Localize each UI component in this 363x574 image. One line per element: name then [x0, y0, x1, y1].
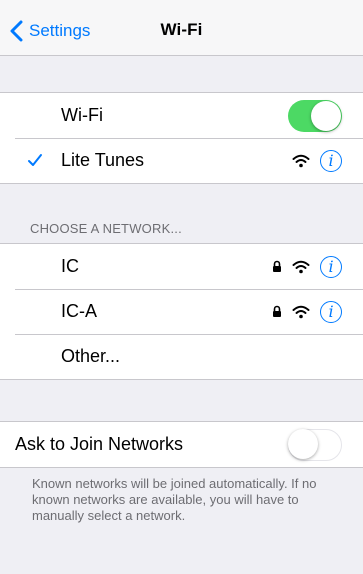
other-network-row[interactable]: Other... — [15, 334, 363, 379]
navigation-bar: Settings Wi-Fi — [0, 0, 363, 56]
wifi-toggle-row: Wi-Fi — [15, 93, 363, 138]
networks-group: IC i IC-A i Other... — [0, 243, 363, 380]
wifi-label: Wi-Fi — [61, 105, 103, 125]
choose-network-header: CHOOSE A NETWORK... — [30, 221, 182, 236]
wifi-toggle[interactable] — [288, 99, 342, 132]
ask-join-row: Ask to Join Networks — [15, 422, 363, 467]
lock-icon — [273, 260, 281, 272]
connected-network-name: Lite Tunes — [61, 150, 145, 170]
network-name: IC-A — [61, 301, 97, 321]
toggle-knob — [288, 428, 318, 459]
checkmark-icon — [28, 154, 42, 166]
ask-join-group: Ask to Join Networks — [0, 421, 363, 468]
other-network-label: Other... — [61, 346, 121, 366]
wifi-group: Wi-Fi Lite Tunes i — [0, 92, 363, 184]
wifi-signal-icon — [292, 305, 310, 318]
connected-network-row[interactable]: Lite Tunes i — [15, 138, 363, 183]
info-icon[interactable]: i — [320, 255, 342, 278]
wifi-signal-icon — [292, 154, 310, 167]
ask-join-toggle[interactable] — [288, 428, 342, 461]
wifi-signal-icon — [292, 260, 310, 273]
ask-join-description: Known networks will be joined automatica… — [32, 476, 317, 523]
info-icon[interactable]: i — [320, 149, 342, 172]
ask-join-label: Ask to Join Networks — [15, 434, 184, 454]
toggle-knob — [311, 100, 341, 131]
page-title: Wi-Fi — [160, 20, 203, 39]
info-icon[interactable]: i — [320, 300, 342, 323]
network-name: IC — [61, 256, 79, 276]
network-row[interactable]: IC i — [15, 244, 363, 289]
lock-icon — [273, 305, 281, 317]
network-row[interactable]: IC-A i — [15, 289, 363, 334]
